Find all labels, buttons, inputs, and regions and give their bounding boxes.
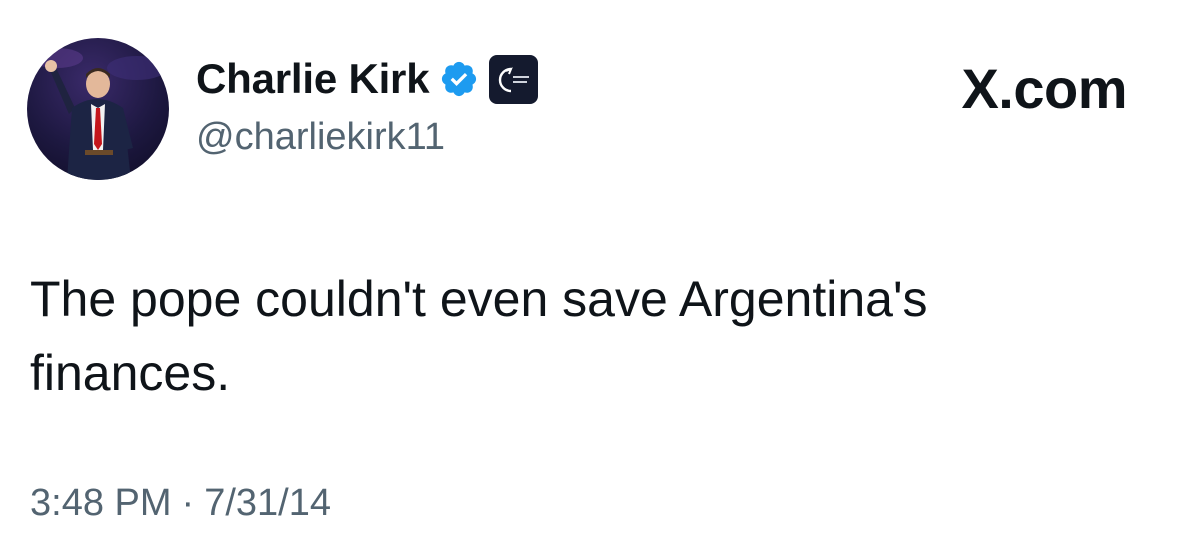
tweet-date[interactable]: 7/31/14 [204, 482, 331, 524]
author-avatar[interactable] [27, 38, 169, 180]
tweet-time[interactable]: 3:48 PM [30, 482, 172, 524]
brand-label: X.com [961, 57, 1127, 120]
tweet-text: The pope couldn't even save Argentina's … [30, 271, 928, 401]
tweet-meta: 3:48 PM · 7/31/14 [30, 482, 331, 525]
author-display-name[interactable]: Charlie Kirk [196, 55, 430, 103]
profile-photo [31, 48, 167, 180]
affiliate-logo-icon[interactable] [489, 54, 539, 104]
meta-separator: · [181, 482, 195, 524]
verified-badge-icon[interactable] [439, 59, 479, 99]
author-name-row: Charlie Kirk [196, 52, 539, 106]
author-handle[interactable]: @charliekirk11 [196, 116, 445, 159]
